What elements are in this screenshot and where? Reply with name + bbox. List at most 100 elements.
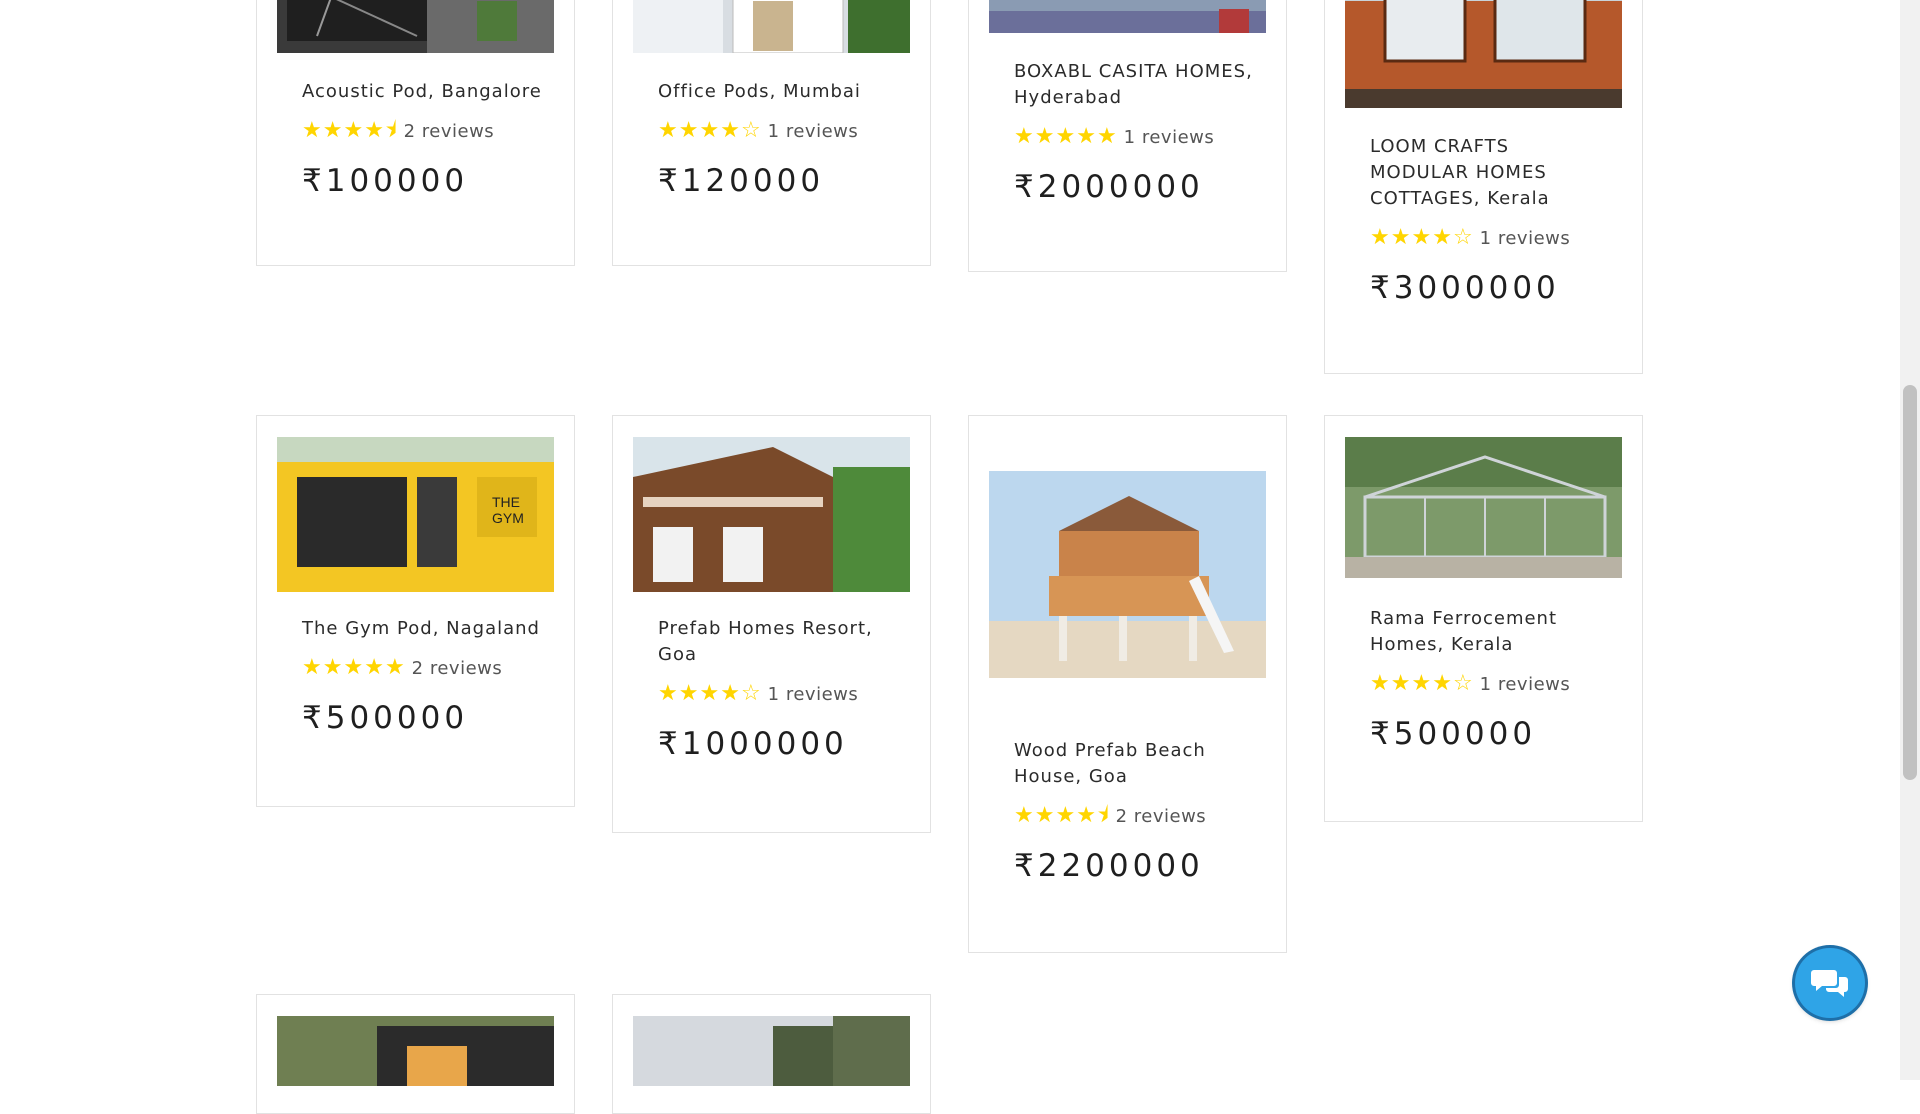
- listing-card[interactable]: Prefab Homes Resort, Goa ★ ★ ★ ★ ☆ 1 reviews…: [612, 415, 931, 833]
- price: ₹1000000: [658, 726, 848, 762]
- price: ₹100000: [302, 163, 469, 199]
- star-icon: ★: [384, 655, 405, 680]
- listing-card[interactable]: Office Pods, Mumbai ★ ★ ★ ★ ☆ 1 reviews ₹120…: [612, 0, 931, 266]
- listing-title[interactable]: LOOM CRAFTS MODULAR HOMES COTTAGES, Kera…: [1370, 134, 1610, 212]
- star-icon: ★: [322, 118, 343, 143]
- listing-image[interactable]: [633, 0, 910, 53]
- star-icon: ★: [1390, 671, 1411, 696]
- listing-card[interactable]: [612, 994, 931, 1114]
- review-count: 1 reviews: [1479, 673, 1571, 695]
- listing-title[interactable]: Rama Ferrocement Homes, Kerala: [1370, 606, 1610, 658]
- listing-title[interactable]: The Gym Pod, Nagaland: [302, 616, 542, 642]
- price: ₹120000: [658, 163, 825, 199]
- listing-image[interactable]: [633, 1016, 910, 1086]
- listing-image[interactable]: THE GYM: [277, 437, 554, 592]
- acoustic-pod-image: [277, 0, 554, 53]
- star-icon: ★: [322, 655, 343, 680]
- review-count: 1 reviews: [767, 120, 859, 142]
- rating: ★ ★ ★ ★ ⯨ 2 reviews: [1014, 804, 1254, 828]
- vertical-scrollbar[interactable]: [1900, 0, 1920, 1080]
- svg-text:THE: THE: [492, 494, 520, 510]
- office-pod-image: [633, 0, 910, 53]
- star-icon: ★: [302, 655, 322, 680]
- listing-image[interactable]: [277, 0, 554, 53]
- price: ₹3000000: [1370, 270, 1560, 306]
- listing-card[interactable]: BOXABL CASITA HOMES, Hyderabad ★ ★ ★ ★ ★ 1 r…: [968, 0, 1287, 272]
- star-icon: ★: [1076, 124, 1096, 149]
- star-icon: ★: [364, 118, 384, 143]
- review-count: 2 reviews: [403, 120, 495, 142]
- star-icon: ★: [1432, 671, 1452, 696]
- star-icon: ★: [678, 118, 699, 143]
- star-outline-icon: ☆: [1452, 225, 1473, 250]
- prefab-resort-image: [633, 437, 910, 592]
- listing-card[interactable]: LOOM CRAFTS MODULAR HOMES COTTAGES, Kera…: [1324, 0, 1643, 374]
- star-icon: ★: [678, 681, 699, 706]
- star-icon: ★: [1370, 671, 1390, 696]
- star-icon: ★: [1055, 124, 1076, 149]
- listing-image[interactable]: [989, 471, 1266, 678]
- scrollbar-thumb[interactable]: [1903, 385, 1917, 780]
- listing-title[interactable]: Office Pods, Mumbai: [658, 79, 898, 105]
- star-icon: ★: [364, 655, 384, 680]
- star-half-icon: ⯨: [1096, 803, 1109, 828]
- listing-card[interactable]: Rama Ferrocement Homes, Kerala ★ ★ ★ ★ ☆ 1 r…: [1324, 415, 1643, 822]
- review-count: 2 reviews: [411, 657, 503, 679]
- listing-title[interactable]: Prefab Homes Resort, Goa: [658, 616, 898, 668]
- listing-title[interactable]: Wood Prefab Beach House, Goa: [1014, 738, 1254, 790]
- rating: ★ ★ ★ ★ ★ 1 reviews: [1014, 125, 1254, 149]
- star-icon: ★: [699, 681, 720, 706]
- listing-title[interactable]: BOXABL CASITA HOMES, Hyderabad: [1014, 59, 1254, 111]
- star-icon: ★: [1034, 124, 1055, 149]
- listing-card[interactable]: Wood Prefab Beach House, Goa ★ ★ ★ ★ ⯨ 2 rev…: [968, 415, 1287, 953]
- star-half-icon: ⯨: [384, 118, 397, 143]
- review-count: 1 reviews: [767, 683, 859, 705]
- star-icon: ★: [1432, 225, 1452, 250]
- chat-button[interactable]: [1795, 948, 1865, 1018]
- rating: ★ ★ ★ ★ ☆ 1 reviews: [1370, 226, 1610, 250]
- price: ₹2000000: [1014, 169, 1204, 205]
- price: ₹500000: [302, 700, 469, 736]
- star-icon: ★: [658, 681, 678, 706]
- boxabl-casita-image: [989, 0, 1266, 33]
- rating: ★ ★ ★ ★ ☆ 1 reviews: [658, 682, 898, 706]
- chat-bubbles-icon: [1811, 970, 1848, 997]
- star-icon: ★: [1390, 225, 1411, 250]
- star-icon: ★: [343, 118, 364, 143]
- forest-home-image: [633, 1016, 910, 1086]
- star-outline-icon: ☆: [1452, 671, 1473, 696]
- star-icon: ★: [343, 655, 364, 680]
- listing-card[interactable]: [256, 994, 575, 1114]
- listing-card[interactable]: THE GYM The Gym Pod, Nagaland ★ ★ ★ ★ ★ 2 re…: [256, 415, 575, 807]
- listing-image[interactable]: [1345, 0, 1622, 108]
- star-icon: ★: [1411, 225, 1432, 250]
- star-icon: ★: [1034, 803, 1055, 828]
- star-icon: ★: [1014, 803, 1034, 828]
- star-icon: ★: [1096, 124, 1117, 149]
- rating: ★ ★ ★ ★ ⯨ 2 reviews: [302, 119, 542, 143]
- beach-house-image: [989, 471, 1266, 678]
- review-count: 2 reviews: [1115, 805, 1207, 827]
- rating: ★ ★ ★ ★ ★ 2 reviews: [302, 656, 542, 680]
- star-outline-icon: ☆: [740, 118, 761, 143]
- loom-crafts-image: [1345, 0, 1622, 108]
- listing-image[interactable]: [1345, 437, 1622, 578]
- listing-image[interactable]: [989, 0, 1266, 33]
- svg-text:GYM: GYM: [492, 510, 524, 526]
- rating: ★ ★ ★ ★ ☆ 1 reviews: [658, 119, 898, 143]
- star-outline-icon: ☆: [740, 681, 761, 706]
- review-count: 1 reviews: [1479, 227, 1571, 249]
- price: ₹2200000: [1014, 848, 1204, 884]
- star-icon: ★: [699, 118, 720, 143]
- star-icon: ★: [302, 118, 322, 143]
- star-icon: ★: [658, 118, 678, 143]
- star-icon: ★: [720, 118, 740, 143]
- listing-image[interactable]: [633, 437, 910, 592]
- cabin-image: [277, 1016, 554, 1086]
- listing-card[interactable]: Acoustic Pod, Bangalore ★ ★ ★ ★ ⯨ 2 reviews …: [256, 0, 575, 266]
- rating: ★ ★ ★ ★ ☆ 1 reviews: [1370, 672, 1610, 696]
- gym-pod-image: THE GYM: [277, 437, 554, 592]
- listing-title[interactable]: Acoustic Pod, Bangalore: [302, 79, 542, 105]
- star-icon: ★: [1411, 671, 1432, 696]
- listing-image[interactable]: [277, 1016, 554, 1086]
